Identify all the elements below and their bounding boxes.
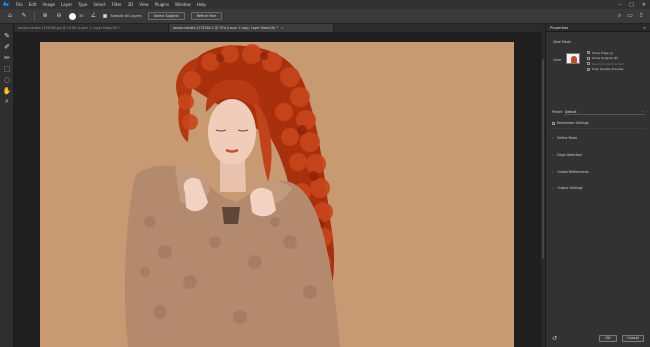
tools-panel: ✎ ✐ ✏ ⬚ ◌ ✋ ⌕ (0, 24, 14, 347)
menu-image[interactable]: Image (39, 0, 58, 9)
view-mode-section: View Mode (553, 39, 645, 44)
preset-value: Default (565, 109, 577, 114)
menu-file[interactable]: File (13, 0, 26, 9)
show-original-label: Show Original (P) (592, 56, 618, 61)
chevron-right-icon: › (552, 186, 554, 190)
divider (550, 128, 647, 129)
remember-settings-checkbox[interactable] (552, 121, 555, 125)
section-label: Output Settings (557, 186, 583, 190)
menu-bar: Ps File Edit Image Layer Type Select Fil… (0, 0, 650, 9)
home-icon[interactable]: ⌂ (6, 12, 14, 20)
panel-header: Properties ≡ (546, 24, 650, 32)
menu-type[interactable]: Type (75, 0, 90, 9)
refine-edge-brush-icon[interactable]: ✐ (0, 41, 14, 52)
document-tabs: pexels-natalie-1132584.jpg @ 16.6% (Laye… (14, 24, 541, 32)
sample-all-layers-checkbox[interactable] (103, 14, 108, 18)
section-label: Global Refinements (557, 170, 589, 174)
cancel-button[interactable]: Cancel (622, 335, 644, 342)
realtime-refinement-label: Real-time Refinement (592, 61, 625, 66)
search-icon[interactable]: ⌕ (618, 12, 621, 20)
thumbnail-figure (571, 56, 577, 63)
scrollbar-thumb[interactable] (542, 59, 544, 259)
hand-icon[interactable]: ✋ (0, 85, 14, 96)
lasso-icon[interactable]: ◌ (0, 74, 14, 85)
chevron-right-icon: › (552, 136, 554, 140)
add-brush-icon[interactable]: ⊕ (41, 12, 49, 20)
section-edge-detection[interactable]: › Edge Detection (552, 153, 582, 157)
angle-icon[interactable]: ∠ (89, 12, 97, 20)
remember-settings-option[interactable]: Remember Settings (552, 121, 589, 125)
brush-icon[interactable]: ✏ (0, 52, 14, 63)
section-label: Refine Mode (557, 136, 578, 140)
object-selection-icon[interactable]: ⬚ (0, 63, 14, 74)
minimize-icon[interactable]: – (619, 2, 622, 8)
refine-brush-tool-icon[interactable]: ✎ (20, 12, 28, 20)
sample-all-layers-label: Sample All Layers (110, 14, 142, 18)
show-edge-label: Show Edge (J) (592, 50, 613, 55)
panel-footer: ↺ OK Cancel (546, 330, 650, 347)
brush-preview[interactable] (69, 12, 76, 20)
subtract-brush-icon[interactable]: ⊖ (55, 12, 63, 20)
image-canvas[interactable] (40, 42, 514, 347)
refine-hair-button[interactable]: Refine Hair (190, 12, 223, 20)
close-icon[interactable]: ✕ (642, 2, 646, 8)
preset-row: Preset: Default ⌄ (552, 109, 645, 115)
tab-label: pexels-natalie-1132584-2 @ 25% (Layer 1 … (173, 26, 279, 30)
chevron-down-icon: ⌄ (641, 108, 644, 113)
share-icon[interactable]: ⇪ (639, 12, 644, 20)
section-global-refinements[interactable]: › Global Refinements (552, 170, 589, 174)
chevron-right-icon: › (552, 153, 554, 157)
workspace-icon[interactable]: ▭ (627, 12, 633, 20)
select-subject-button[interactable]: Select Subject (147, 12, 185, 20)
properties-panel: Properties ≡ View Mode View: Show Edge (… (545, 24, 650, 347)
remember-settings-label: Remember Settings (557, 121, 589, 125)
photoshop-logo: Ps (2, 1, 10, 8)
high-quality-preview-label: High Quality Preview (592, 67, 624, 72)
brush-size-value[interactable]: 30 (79, 14, 83, 18)
maximize-icon[interactable]: □ (629, 2, 634, 8)
section-output-settings[interactable]: › Output Settings (552, 186, 583, 190)
tab-document-1[interactable]: pexels-natalie-1132584.jpg @ 16.6% (Laye… (14, 24, 169, 32)
panel-menu-icon[interactable]: ≡ (643, 25, 646, 30)
high-quality-preview-checkbox[interactable] (587, 67, 590, 71)
ok-button[interactable]: OK (599, 335, 617, 342)
view-mode-thumbnail[interactable] (566, 53, 580, 64)
view-options: Show Edge (J) Show Original (P) Real-tim… (587, 50, 625, 72)
menu-view[interactable]: View (136, 0, 152, 9)
options-right-icons: ⌕ ▭ ⇪ (618, 12, 644, 20)
portrait-image (124, 44, 340, 347)
close-tab-icon[interactable]: × (281, 26, 284, 30)
view-label: View: (553, 58, 562, 62)
menu-window[interactable]: Window (172, 0, 194, 9)
view-row: View: Show Edge (J) Show Original (P) Re… (553, 50, 645, 72)
menu-3d[interactable]: 3D (125, 0, 137, 9)
chevron-right-icon: › (552, 170, 554, 174)
section-label: Edge Detection (557, 153, 582, 157)
menu-edit[interactable]: Edit (26, 0, 40, 9)
section-refine-mode[interactable]: › Refine Mode (552, 136, 577, 140)
menu-plugins[interactable]: Plugins (152, 0, 172, 9)
realtime-refinement-option: Real-time Refinement (587, 61, 625, 67)
menu-select[interactable]: Select (90, 0, 108, 9)
tab-document-2[interactable]: pexels-natalie-1132584-2 @ 25% (Layer 1 … (169, 24, 334, 32)
divider (34, 11, 35, 21)
realtime-refinement-checkbox (587, 62, 590, 66)
tab-label: pexels-natalie-1132584.jpg @ 16.6% (Laye… (18, 26, 121, 30)
canvas-area[interactable] (14, 32, 541, 347)
high-quality-preview-option[interactable]: High Quality Preview (587, 67, 625, 73)
menu-filter[interactable]: Filter (109, 0, 125, 9)
view-mode-label: View Mode (553, 40, 571, 44)
zoom-icon[interactable]: ⌕ (0, 96, 14, 107)
menu-help[interactable]: Help (194, 0, 209, 9)
show-edge-checkbox[interactable] (587, 51, 590, 55)
preset-select[interactable]: Default ⌄ (564, 108, 645, 115)
show-original-checkbox[interactable] (587, 56, 590, 60)
panel-title: Properties (550, 25, 569, 30)
options-bar: ⌂ ✎ ⊕ ⊖ 30 ∠ Sample All Layers Select Su… (0, 9, 650, 24)
quick-selection-icon[interactable]: ✎ (0, 30, 14, 41)
preset-label: Preset: (552, 110, 564, 114)
window-controls: – □ ✕ (619, 0, 646, 9)
menu-layer[interactable]: Layer (58, 0, 75, 9)
reset-icon[interactable]: ↺ (552, 335, 557, 342)
